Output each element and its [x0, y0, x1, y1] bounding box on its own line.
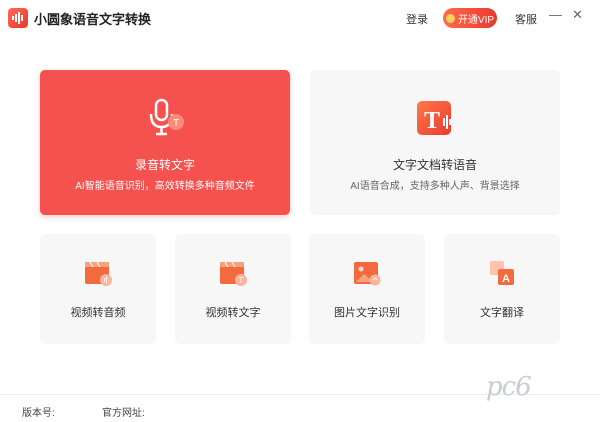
microphone-icon: T [149, 98, 184, 136]
card-title: 录音转文字 [134, 158, 195, 172]
version-label: 版本号: [22, 408, 55, 419]
card-label: 文字翻译 [480, 307, 524, 319]
vip-button-label: 开通VIP [457, 14, 495, 26]
card-label: 视频转音频 [70, 307, 126, 319]
svg-text:A: A [502, 273, 510, 285]
website-label: 官方网址: [102, 408, 145, 419]
card-title: 文字文档转语音 [392, 158, 477, 172]
video-to-text-icon: T [220, 261, 247, 286]
card-subtitle: AI智能语音识别，高效转换多种音频文件 [75, 181, 255, 192]
svg-text:T: T [239, 276, 244, 285]
app-title: 小圆象语音文字转换 [34, 12, 152, 27]
text-to-speech-icon: T [417, 101, 451, 135]
crown-icon [445, 13, 455, 23]
translate-icon: A [490, 261, 514, 285]
card-video-to-audio[interactable]: 视频转音频 [40, 234, 156, 344]
card-video-to-text[interactable]: T 视频转文字 [175, 234, 291, 344]
card-subtitle: AI语音合成，支持多种人声、背景选择 [350, 181, 520, 192]
video-to-audio-icon [85, 261, 112, 286]
customer-service-link[interactable]: 客服 [515, 11, 537, 27]
login-link[interactable]: 登录 [406, 11, 428, 27]
card-label: 图片文字识别 [334, 307, 400, 319]
minimize-icon[interactable]: — [549, 8, 562, 22]
watermark-text: pc6 [486, 372, 532, 402]
card-text-to-speech[interactable]: T 文字文档转语音 AI语音合成，支持多种人声、背景选择 [310, 70, 560, 215]
card-label: 视频转文字 [205, 307, 261, 319]
card-record-to-text[interactable]: T 录音转文字 AI智能语音识别，高效转换多种音频文件 [40, 70, 290, 215]
open-vip-button[interactable]: 开通VIP [443, 8, 497, 28]
svg-text:T: T [424, 108, 440, 134]
close-icon[interactable]: ✕ [572, 8, 583, 22]
image-icon [354, 262, 381, 286]
svg-text:T: T [173, 118, 179, 129]
card-text-translate[interactable]: A 文字翻译 [444, 234, 560, 344]
app-logo-icon [8, 8, 28, 28]
title-bar: 小圆象语音文字转换 登录 开通VIP 客服 — ✕ [0, 0, 600, 38]
watermark: pc6 [486, 372, 532, 402]
card-image-ocr[interactable]: 图片文字识别 [309, 234, 425, 344]
